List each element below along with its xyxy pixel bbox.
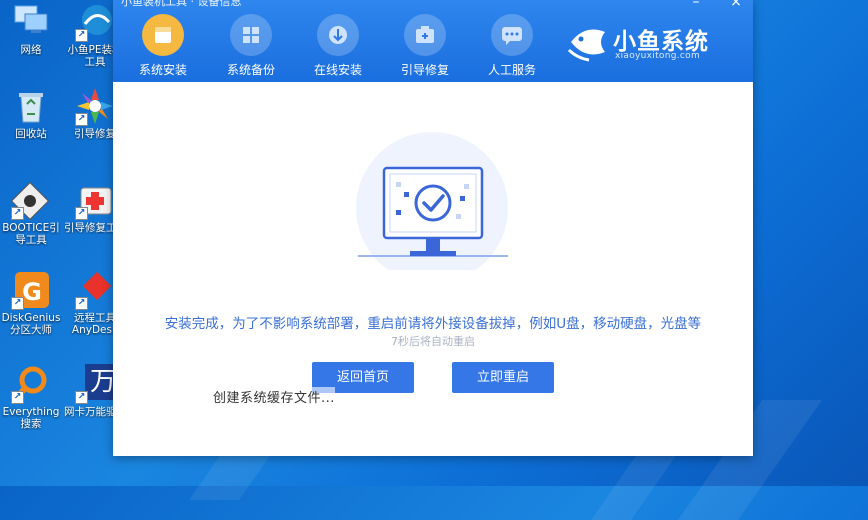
nav-label: 人工服务 [487,63,536,77]
desktop-icon-label: BOOTICE引导工具 [2,222,60,246]
diskgenius-icon: G ↗ [11,270,51,310]
everything-search-icon: ↗ [11,364,51,404]
pe-installer-icon: ↗ [75,2,115,42]
nav-system-install[interactable]: 系统安装 [123,14,203,78]
restart-now-button[interactable]: 立即重启 [452,362,554,393]
recycle-bin-icon [11,86,51,126]
brand-url: xiaoyuxitong.com [615,51,701,61]
nav-label: 在线安装 [313,63,362,77]
desktop-icon-label: Everything搜索 [2,406,60,430]
svg-text:G: G [22,278,42,306]
status-text: 创建系统缓存文件... [213,387,335,406]
desktop-icon-label: 回收站 [15,128,47,140]
installer-window: 小鱼装机工具 · 设备信息 – × 系统安装 系统备份 在线安装 引导修复 人工… [113,0,753,456]
nav-chat-service[interactable]: 人工服务 [472,14,552,78]
network-icon [11,2,51,42]
chat-service-icon [491,14,533,56]
nav-online-install[interactable]: 在线安装 [298,14,378,78]
window-header: 小鱼装机工具 · 设备信息 – × 系统安装 系统备份 在线安装 引导修复 人工… [113,0,753,82]
close-button[interactable]: × [729,0,743,10]
desktop-icon-diskgenius[interactable]: G ↗ DiskGenius分区大师 [0,270,62,336]
boot-repair-icon: ↗ [75,86,115,126]
desktop-icon-network[interactable]: 网络 [0,2,62,56]
window-title: 小鱼装机工具 · 设备信息 [121,0,242,8]
nic-driver-icon: 万 ↗ [75,364,121,404]
desktop-icon-recycle-bin[interactable]: 回收站 [0,86,62,140]
desktop-icon-label: DiskGenius分区大师 [1,312,61,336]
boot-repair-tool-icon: ↗ [75,180,115,220]
nav-label: 系统备份 [226,63,275,77]
system-install-icon [142,14,184,56]
desktop-icon-bootice[interactable]: ↗ BOOTICE引导工具 [0,180,62,246]
nav-label: 引导修复 [400,63,449,77]
fish-logo-icon [567,29,605,62]
boot-repair-icon [404,14,446,56]
nav-system-backup[interactable]: 系统备份 [211,14,291,78]
desktop-icon-label: 网络 [20,44,42,56]
minimize-button[interactable]: – [689,0,703,10]
brand-logo: 小鱼系统 xiaoyuxitong.com [567,18,727,68]
desktop-icon-everything[interactable]: ↗ Everything搜索 [0,364,62,430]
install-complete-illustration [348,130,518,284]
bootice-icon: ↗ [10,180,51,221]
restart-countdown: 7秒后将自动重启 [391,335,475,348]
online-install-icon [317,14,359,56]
install-complete-message: 安装完成，为了不影响系统部署，重启前请将外接设备拔掉，例如U盘，移动硬盘，光盘等 [164,316,702,332]
nav-label: 系统安装 [138,63,187,77]
nav-boot-repair[interactable]: 引导修复 [385,14,465,78]
system-backup-icon [230,14,272,56]
anydesk-icon: ↗ [75,270,115,310]
